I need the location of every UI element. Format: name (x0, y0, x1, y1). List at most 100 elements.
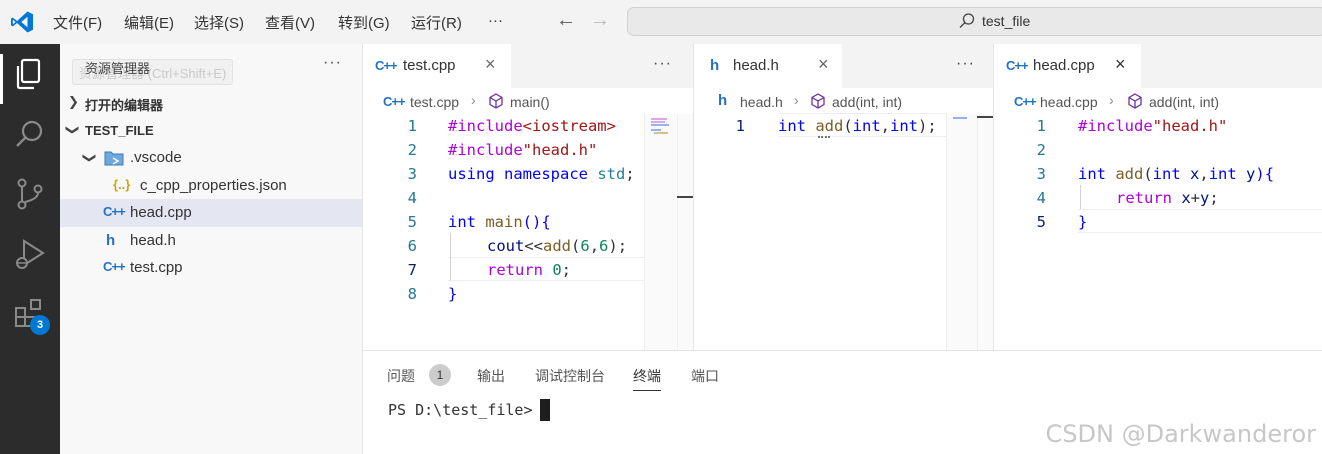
code-line[interactable]: } (448, 285, 457, 309)
chevron-right-icon: ❯ (68, 94, 79, 109)
folder-section[interactable]: ❯ TEST_FILE (60, 116, 362, 144)
breadcrumb-file[interactable]: head.cpp (1040, 94, 1098, 110)
title-bar: 文件(F) 编辑(E) 选择(S) 查看(V) 转到(G) 运行(R) ··· … (0, 0, 1322, 44)
h-file-icon: h (710, 57, 720, 74)
line-number: 4 (1036, 189, 1046, 207)
menu-file[interactable]: 文件(F) (53, 12, 102, 33)
folder-vscode-icon (104, 151, 124, 166)
code-line[interactable]: #include<iostream> (448, 117, 616, 141)
tree-item-head-h[interactable]: h head.h (60, 227, 362, 255)
forward-arrow-icon[interactable]: → (590, 9, 610, 32)
breadcrumb-symbol[interactable]: add(int, int) (832, 94, 902, 110)
code-line[interactable]: int main(){ (448, 213, 551, 237)
close-icon[interactable]: × (485, 54, 496, 75)
cpp-file-icon: C++ (383, 94, 406, 109)
line-number: 2 (1036, 141, 1046, 159)
search-icon (959, 13, 975, 28)
close-icon[interactable]: × (818, 54, 829, 75)
editor-more-button[interactable]: ··· (653, 55, 672, 73)
search-icon[interactable] (13, 117, 47, 151)
symbol-method-icon (1128, 93, 1142, 109)
tree-item-label: .vscode (130, 149, 182, 166)
code-line[interactable]: return 0; (487, 261, 571, 285)
explorer-more-button[interactable]: ··· (323, 54, 342, 72)
command-center-text: test_file (982, 13, 1031, 29)
close-icon[interactable]: × (1115, 54, 1126, 75)
chevron-right-icon: › (794, 92, 799, 108)
line-number: 1 (407, 117, 417, 135)
line-number: 8 (407, 285, 417, 303)
h-file-icon: h (718, 92, 728, 109)
extensions-badge: 3 (30, 315, 50, 335)
tree-item-test-cpp[interactable]: C++ test.cpp (60, 254, 362, 282)
tab-bar: C++ head.cpp × (994, 44, 1322, 88)
tree-item-label: head.cpp (130, 204, 192, 221)
code-line[interactable]: return x+y; (1116, 189, 1219, 213)
breadcrumb-file[interactable]: head.h (740, 94, 783, 110)
open-editors-label: 打开的编辑器 (85, 98, 164, 113)
tab-problems[interactable]: 问题 (387, 366, 415, 386)
minimap[interactable] (946, 114, 993, 350)
back-arrow-icon[interactable]: ← (556, 9, 576, 32)
problem-hint-dots[interactable] (818, 136, 830, 138)
breadcrumb-file[interactable]: test.cpp (410, 94, 459, 110)
open-editors-section[interactable]: ❯ 打开的编辑器 (60, 88, 362, 116)
explorer-title: 资源管理器 (85, 61, 151, 76)
tab-head-h[interactable]: h head.h × (694, 44, 842, 88)
menu-more-button[interactable]: ··· (488, 12, 503, 29)
cpp-file-icon: C++ (1014, 94, 1037, 109)
minimap[interactable] (644, 114, 694, 350)
editor-more-button[interactable]: ··· (956, 55, 975, 73)
code-line[interactable]: using namespace std; (448, 165, 635, 189)
cpp-file-icon: C++ (1006, 58, 1029, 73)
editor-group-2: h head.h × ··· h head.h › add(int, int) … (694, 44, 993, 350)
line-number: 5 (1036, 213, 1046, 231)
menu-edit[interactable]: 编辑(E) (124, 12, 174, 33)
tab-head-cpp[interactable]: C++ head.cpp × (994, 44, 1141, 88)
line-number: 1 (735, 117, 745, 135)
command-center-search[interactable]: test_file (627, 7, 1322, 36)
tab-debug-console[interactable]: 调试控制台 (535, 366, 605, 386)
folder-label: TEST_FILE (85, 123, 154, 138)
terminal-cursor (540, 399, 550, 421)
tab-output[interactable]: 输出 (477, 366, 505, 386)
breadcrumb-symbol[interactable]: add(int, int) (1149, 94, 1219, 110)
h-file-icon: h (106, 232, 116, 249)
menu-run[interactable]: 运行(R) (411, 12, 462, 33)
chevron-down-icon: ❯ (65, 124, 81, 136)
tree-item-vscode-folder[interactable]: ❯ .vscode (60, 144, 362, 172)
tab-terminal[interactable]: 终端 (633, 366, 661, 391)
cpp-file-icon: C++ (103, 259, 126, 274)
code-line[interactable]: cout<<add(6,6); (487, 237, 627, 261)
menu-go[interactable]: 转到(G) (338, 12, 390, 33)
source-control-icon[interactable] (13, 177, 47, 211)
indent-guide (450, 233, 451, 281)
tab-label: head.h (733, 57, 779, 74)
vscode-logo-icon[interactable] (10, 10, 34, 34)
line-number: 5 (407, 213, 417, 231)
run-debug-icon[interactable] (13, 237, 47, 271)
code-line[interactable]: int add(int x,int y){ (1078, 165, 1274, 189)
tree-item-head-cpp[interactable]: C++ head.cpp (60, 199, 362, 227)
tree-item-label: head.h (130, 232, 176, 249)
active-indicator (0, 54, 3, 104)
watermark-text: CSDN @Darkwanderor (1045, 420, 1316, 448)
code-line[interactable]: #include"head.h" (1078, 117, 1227, 141)
menu-selection[interactable]: 选择(S) (194, 12, 244, 33)
line-number: 4 (407, 189, 417, 207)
cpp-file-icon: C++ (103, 204, 126, 219)
tree-item-label: c_cpp_properties.json (140, 177, 287, 194)
terminal-prompt[interactable]: PS D:\test_file> (388, 401, 542, 419)
editor-group-3: C++ head.cpp × C++ head.cpp › add(int, i… (994, 44, 1322, 350)
breadcrumb-symbol[interactable]: main() (510, 94, 550, 110)
code-line[interactable]: #include"head.h" (448, 141, 597, 165)
tree-item-json[interactable]: {..} c_cpp_properties.json (60, 172, 362, 200)
tab-ports[interactable]: 端口 (691, 366, 719, 386)
line-number: 7 (407, 261, 417, 279)
activity-bar: 3 (0, 44, 60, 454)
tab-test-cpp[interactable]: C++ test.cpp × (363, 44, 511, 88)
code-line[interactable]: } (1078, 213, 1087, 237)
menu-view[interactable]: 查看(V) (265, 12, 315, 33)
explorer-icon[interactable] (13, 57, 47, 91)
code-line[interactable]: int add(int,int); (778, 117, 937, 141)
